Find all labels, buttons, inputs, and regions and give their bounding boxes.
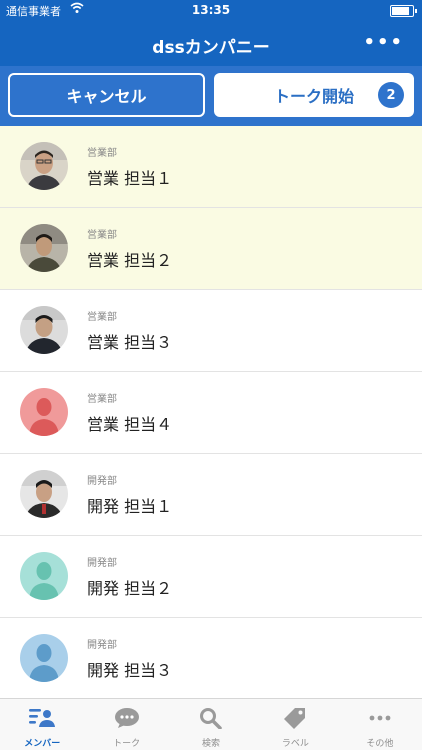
member-department: 営業部 [87,394,117,405]
tab-label: その他 [366,739,394,749]
member-name: 営業 担当１ [87,169,173,188]
tab-members[interactable]: メンバー [0,699,84,750]
member-row[interactable]: 営業部 営業 担当３ [0,290,422,372]
member-row[interactable]: 開発部 開発 担当３ [0,618,422,698]
avatar [20,388,68,436]
cancel-button[interactable]: キャンセル [8,73,205,117]
selected-count-badge: 2 [378,82,404,108]
more-icon [367,707,393,733]
tag-icon [283,707,307,733]
member-name: 営業 担当３ [87,333,173,352]
avatar [20,634,68,682]
tab-search[interactable]: 検索 [169,699,253,750]
member-row[interactable]: 営業部 営業 担当４ [0,372,422,454]
start-talk-button[interactable]: トーク開始 2 [214,73,414,117]
tab-label-list[interactable]: ラベル [253,699,337,750]
status-bar: 通信事業者 13:35 [0,0,422,20]
chat-bubble-icon [114,707,140,733]
member-department: 開発部 [87,640,117,651]
action-bar: キャンセル トーク開始 2 [0,66,422,126]
member-department: 開発部 [87,476,117,487]
tab-label: 検索 [202,739,221,749]
avatar [20,142,68,190]
battery-icon [390,5,417,17]
start-talk-label: トーク開始 [273,87,354,106]
member-list: 営業部 営業 担当１ 営業部 営業 担当２ 営業部 営業 担当３ 営業部 営業 … [0,126,422,698]
member-department: 営業部 [87,148,117,159]
battery-level [392,7,409,15]
status-time: 13:35 [191,3,231,17]
search-icon [199,707,223,733]
tab-talk[interactable]: トーク [84,699,168,750]
member-name: 開発 担当２ [87,579,173,598]
avatar [20,224,68,272]
member-row[interactable]: 開発部 開発 担当１ [0,454,422,536]
tab-label: ラベル [281,739,309,749]
nav-bar: dssカンパニー ••• [0,20,422,66]
more-menu-button[interactable]: ••• [363,32,404,53]
member-department: 営業部 [87,230,117,241]
avatar [20,470,68,518]
member-name: 営業 担当４ [87,415,173,434]
avatar [20,552,68,600]
tab-other[interactable]: その他 [338,699,422,750]
member-row[interactable]: 営業部 営業 担当１ [0,126,422,208]
member-row[interactable]: 営業部 営業 担当２ [0,208,422,290]
tab-label: メンバー [24,739,61,749]
member-name: 開発 担当１ [87,497,173,516]
member-department: 営業部 [87,312,117,323]
member-department: 開発部 [87,558,117,569]
member-name: 営業 担当２ [87,251,173,270]
page-title: dssカンパニー [152,38,270,58]
members-icon [29,707,56,733]
tab-label: トーク [113,739,141,749]
avatar [20,306,68,354]
tab-bar: メンバー トーク 検索 ラベル その他 [0,698,422,750]
member-name: 開発 担当３ [87,661,173,680]
member-row[interactable]: 開発部 開発 担当２ [0,536,422,618]
